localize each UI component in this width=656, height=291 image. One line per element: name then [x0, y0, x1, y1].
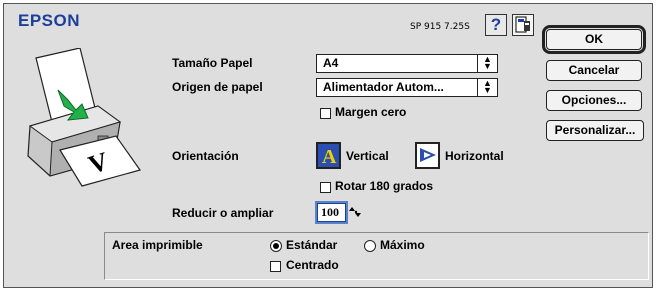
help-button[interactable]: ?: [485, 14, 507, 36]
zero-margin-label: Margen cero: [335, 105, 407, 119]
printable-area-panel: Area imprimible Estándar Máximo Centrado: [104, 232, 649, 280]
centered-checkbox[interactable]: [270, 261, 281, 272]
rotate-180-checkbox[interactable]: [320, 182, 331, 193]
landscape-orientation-icon[interactable]: [415, 142, 440, 169]
reduce-enlarge-input[interactable]: 100: [315, 201, 348, 224]
svg-text:A: A: [322, 146, 337, 167]
brand-logo: EPSON: [18, 11, 81, 30]
help-icon: ?: [490, 15, 502, 34]
paper-source-value: Alimentador Autom...: [323, 80, 444, 94]
orientation-label: Orientación: [172, 149, 239, 163]
popup-arrow-icon: ▲ ▼: [477, 79, 497, 96]
popup-arrow-icon: ▲ ▼: [477, 55, 497, 72]
customize-button[interactable]: Personalizar...: [546, 120, 644, 141]
header-bar: EPSON SP 915 7.25S ?: [4, 4, 652, 36]
paper-source-popup[interactable]: Alimentador Autom... ▲ ▼: [316, 78, 498, 97]
rotate-180-label: Rotar 180 grados: [335, 179, 434, 193]
portrait-orientation-icon[interactable]: A: [316, 142, 341, 169]
driver-version: SP 915 7.25S: [410, 22, 470, 32]
paper-size-value: A4: [323, 56, 339, 70]
cancel-button[interactable]: Cancelar: [546, 60, 642, 81]
maximum-label: Máximo: [380, 238, 425, 252]
utility-icon: [515, 16, 530, 33]
printable-area-label: Area imprimible: [112, 238, 203, 252]
landscape-label: Horizontal: [445, 149, 504, 163]
reduce-enlarge-label: Reducir o ampliar: [172, 206, 274, 220]
printer-illustration: V: [27, 48, 141, 187]
ok-button[interactable]: OK: [542, 25, 646, 54]
print-setup-dialog: EPSON SP 915 7.25S ? OK Cancelar Opcione…: [3, 3, 653, 288]
zero-margin-checkbox[interactable]: [320, 108, 331, 119]
paper-size-popup[interactable]: A4 ▲ ▼: [316, 54, 498, 73]
maximum-radio[interactable]: [364, 240, 376, 252]
stepper-icon[interactable]: [349, 205, 363, 219]
options-button[interactable]: Opciones...: [546, 90, 642, 111]
paper-source-label: Origen de papel: [172, 80, 263, 94]
standard-label: Estándar: [286, 238, 338, 252]
portrait-label: Vertical: [346, 149, 389, 163]
centered-label: Centrado: [286, 258, 339, 272]
paper-size-label: Tamaño Papel: [172, 56, 253, 70]
standard-radio[interactable]: [270, 240, 282, 252]
utility-button[interactable]: [512, 14, 534, 36]
